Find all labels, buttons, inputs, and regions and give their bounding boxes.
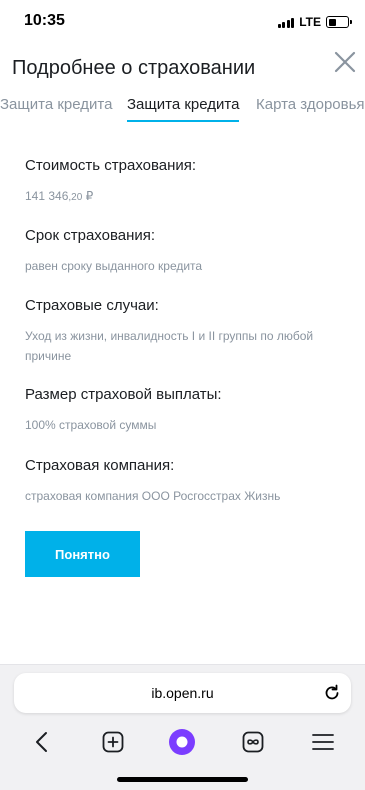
- cases-label: Страховые случаи:: [25, 297, 159, 314]
- section-cost: Стоимость страхования: 141 346,20 ₽: [25, 157, 196, 208]
- company-label: Страховая компания:: [25, 457, 175, 474]
- tab-credit-protection-2[interactable]: Защита кредита: [127, 96, 240, 122]
- active-tab-indicator: [127, 120, 240, 122]
- new-tab-button[interactable]: [98, 727, 128, 757]
- cases-value: Уход из жизни, инвалидность I и II групп…: [25, 329, 314, 363]
- close-button[interactable]: [333, 50, 357, 74]
- back-icon: [36, 732, 47, 752]
- status-bar: 10:35 LTE: [0, 0, 365, 44]
- payout-label: Размер страховой выплаты:: [25, 386, 222, 403]
- page-title: Подробнее о страховании: [12, 57, 256, 79]
- address-bar[interactable]: ib.open.ru: [14, 673, 351, 713]
- home-indicator: [117, 777, 248, 782]
- battery-level: [328, 18, 336, 26]
- ok-button[interactable]: Понятно: [25, 531, 140, 577]
- term-value: равен сроку выданного кредита: [25, 259, 203, 273]
- browser-nav: [0, 725, 365, 759]
- back-button[interactable]: [27, 727, 57, 757]
- alice-icon: [169, 729, 195, 755]
- status-indicators: LTE: [277, 15, 352, 29]
- payout-value: 100% страховой суммы: [25, 418, 157, 432]
- url-text: ib.open.ru: [151, 685, 214, 701]
- section-term: Срок страхования: равен сроку выданного …: [25, 227, 202, 276]
- tabs-button[interactable]: [238, 727, 268, 757]
- section-cases: Страховые случаи: Уход из жизни, инвалид…: [25, 297, 345, 366]
- menu-icon: [312, 734, 334, 750]
- cost-label: Стоимость страхования:: [25, 157, 197, 174]
- alice-button[interactable]: [167, 727, 197, 757]
- section-payout: Размер страховой выплаты: 100% страховой…: [25, 386, 222, 435]
- browser-toolbar: ib.open.ru: [0, 664, 365, 790]
- tabs-icon: [242, 731, 264, 753]
- reload-button[interactable]: [322, 683, 342, 703]
- cost-value: 141 346,20 ₽: [25, 186, 196, 208]
- menu-button[interactable]: [308, 727, 338, 757]
- term-label: Срок страхования:: [25, 227, 156, 244]
- reload-icon: [325, 684, 339, 700]
- close-icon: [334, 51, 356, 73]
- section-company: Страховая компания: страховая компания О…: [25, 457, 280, 506]
- new-tab-icon: [102, 731, 124, 753]
- network-label: LTE: [299, 15, 321, 29]
- cost-integer: 141 346: [25, 189, 69, 203]
- cost-fraction: ,20: [68, 192, 83, 203]
- tab-label: Защита кредита: [0, 96, 113, 113]
- tab-health-card[interactable]: Карта здоровья: [256, 96, 365, 122]
- tab-bar: Защита кредита Защита кредита Карта здор…: [0, 96, 365, 122]
- tab-label: Карта здоровья: [256, 96, 365, 113]
- cost-currency: ₽: [82, 189, 94, 203]
- battery-icon: [326, 16, 352, 28]
- tab-credit-protection-1[interactable]: Защита кредита: [0, 96, 112, 122]
- status-time: 10:35: [24, 12, 65, 29]
- company-value: страховая компания ООО Росгосстрах Жизнь: [25, 489, 281, 503]
- tab-label: Защита кредита: [127, 96, 240, 113]
- signal-icon: [277, 17, 295, 28]
